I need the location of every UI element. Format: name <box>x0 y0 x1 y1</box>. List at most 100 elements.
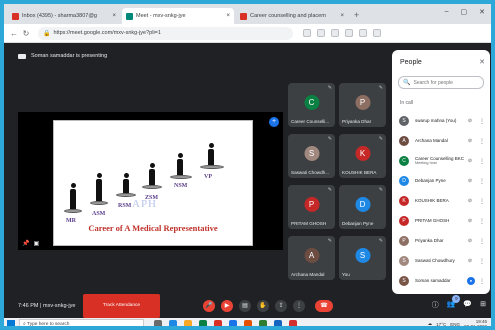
avatar: P <box>355 95 370 110</box>
participant-tile[interactable]: ✎ K KOUSHIK BERA <box>339 134 386 178</box>
mic-toggle-icon[interactable]: 🎤 <box>203 300 215 312</box>
people-search[interactable]: 🔍 <box>398 76 484 89</box>
list-item[interactable]: C Career Counselling BKC Meeting host ⊘ ⋮ <box>392 151 490 171</box>
chrome-icon[interactable] <box>214 320 222 326</box>
task-view-icon[interactable] <box>154 320 162 326</box>
more-options-icon[interactable]: ⋮ <box>478 118 486 125</box>
more-options-icon[interactable]: ⋮ <box>293 300 305 312</box>
figure <box>94 173 104 201</box>
participant-tile[interactable]: ✎ P Priyanka Dhar <box>339 83 386 127</box>
maximize-icon[interactable]: ▢ <box>461 8 468 16</box>
list-item[interactable]: K KOUSHIK BERA ⊘ ⋮ <box>392 191 490 211</box>
list-item[interactable]: S swarup mahna (You) ⊘ ⋮ <box>392 111 490 131</box>
level-label: ASM <box>92 211 106 217</box>
list-item[interactable]: D Debanjan Pyne ⊘ ⋮ <box>392 171 490 191</box>
more-options-icon[interactable]: ⋮ <box>478 178 486 185</box>
more-options-icon[interactable]: ⋮ <box>478 158 486 165</box>
system-tray: ☁ 17°C ENG 19:46 20-01-2022 <box>428 319 487 327</box>
list-item[interactable]: P PRITAM GHOSH ⊘ ⋮ <box>392 211 490 231</box>
address-bar[interactable]: 🔒 https://meet.google.com/mxv-snkg-jye?p… <box>38 26 293 40</box>
pin-icon[interactable]: 📌 <box>22 240 29 247</box>
file-explorer-icon[interactable] <box>184 320 192 326</box>
weather-icon[interactable]: ☁ <box>428 321 433 326</box>
avatar: K <box>355 146 370 161</box>
pin-icon[interactable]: + <box>269 117 279 127</box>
extension-icon[interactable] <box>345 29 353 37</box>
os-taskbar: ⌕ Type here to search ☁ 17°C ENG 19:46 2… <box>4 318 491 327</box>
edge-icon[interactable] <box>169 320 177 326</box>
more-options-icon[interactable]: ⋮ <box>478 238 486 245</box>
app-icon[interactable] <box>229 320 237 326</box>
reload-icon[interactable]: ↻ <box>20 29 32 38</box>
more-options-icon[interactable]: ⋮ <box>478 258 486 265</box>
list-item[interactable]: S Saswati Chowdhury ⊘ ⋮ <box>392 251 490 271</box>
activities-icon[interactable]: ⊞ <box>480 300 486 310</box>
tab-meet[interactable]: Meet - mxv-snkg-jye × <box>122 8 234 24</box>
presentation-stage[interactable]: MR ASM RSM ZSM NSM VP APH Career of A Me… <box>18 112 283 250</box>
app-icon[interactable] <box>289 320 297 326</box>
close-tab-icon[interactable]: × <box>112 13 116 19</box>
side-controls: ⓘ 👥 9 💬 ⊞ <box>432 295 486 310</box>
list-item[interactable]: A Archana Mandal ⊘ ⋮ <box>392 131 490 151</box>
participant-tile-self[interactable]: ✎ S You <box>339 236 386 280</box>
tile-name: Priyanka Dhar <box>342 119 372 124</box>
lock-icon: 🔒 <box>43 30 51 37</box>
taskbar-search[interactable]: ⌕ Type here to search <box>19 319 144 326</box>
list-item[interactable]: P Priyanka Dhar ⊘ ⋮ <box>392 231 490 251</box>
participant-name: Career Counselling BKC Meeting host <box>415 155 465 166</box>
extension-icon[interactable] <box>303 29 311 37</box>
language[interactable]: ENG <box>450 322 460 327</box>
chat-icon[interactable]: 💬 <box>463 300 472 310</box>
app-icon[interactable] <box>259 320 267 326</box>
store-icon[interactable] <box>199 320 207 326</box>
back-icon[interactable]: ← <box>8 29 20 38</box>
present-now-icon[interactable]: ⇪ <box>275 300 287 312</box>
more-options-icon[interactable]: ⋮ <box>478 138 486 145</box>
mic-off-icon: ⊘ <box>467 218 473 224</box>
more-options-icon[interactable]: ⋮ <box>478 278 486 285</box>
participant-list: S swarup mahna (You) ⊘ ⋮ A Archana Manda… <box>392 111 490 291</box>
app-icon[interactable] <box>244 320 252 326</box>
close-tab-icon[interactable]: × <box>340 13 344 19</box>
app-icon[interactable] <box>274 320 282 326</box>
end-call-button[interactable]: ☎ <box>315 300 333 312</box>
people-icon[interactable]: 👥 9 <box>447 295 461 310</box>
minimize-icon[interactable]: – <box>445 8 449 16</box>
meeting-info: 7:46 PM | mxv-snkg-jye <box>18 303 75 309</box>
extension-icon[interactable] <box>331 29 339 37</box>
tab-career[interactable]: Career counselling and placem × <box>236 8 348 24</box>
tab-gmail[interactable]: Inbox (4395) - sharma3807@g × <box>8 8 120 24</box>
present-screen-icon: ▣ <box>33 241 40 247</box>
track-attendance-button[interactable]: Track Attendance <box>83 294 160 318</box>
avatar: D <box>355 197 370 212</box>
info-icon[interactable]: ⓘ <box>432 300 439 310</box>
new-tab-button[interactable]: + <box>350 8 363 24</box>
more-options-icon[interactable]: ⋮ <box>478 198 486 205</box>
participant-tile[interactable]: ✎ P PRITAM GHOSH <box>288 185 335 229</box>
avatar: A <box>304 248 319 263</box>
mic-off-icon: ⊘ <box>467 178 473 184</box>
close-window-icon[interactable]: ✕ <box>479 8 485 16</box>
clock[interactable]: 19:46 20-01-2022 <box>464 319 487 326</box>
participant-tile[interactable]: ✎ C Career Counselli... <box>288 83 335 127</box>
windows-start-icon[interactable] <box>7 320 15 326</box>
participant-tile[interactable]: ✎ S Saswati Chowdh... <box>288 134 335 178</box>
participant-role: Meeting host <box>415 161 437 165</box>
extension-icon[interactable] <box>317 29 325 37</box>
list-item[interactable]: S Soman samaddar ● ⋮ <box>392 271 490 291</box>
participant-tile[interactable]: ✎ D Debanjan Pyne <box>339 185 386 229</box>
camera-toggle-icon[interactable]: ▶ <box>221 300 233 312</box>
captions-icon[interactable]: ▤ <box>239 300 251 312</box>
tile-name: Career Counselli... <box>291 119 330 124</box>
profile-icon[interactable] <box>373 29 381 37</box>
close-icon[interactable]: ✕ <box>479 58 485 66</box>
mic-off-icon: ✎ <box>378 136 383 142</box>
people-search-input[interactable] <box>413 79 480 86</box>
extension-icon[interactable] <box>359 29 367 37</box>
figure <box>175 153 185 175</box>
raise-hand-icon[interactable]: ✋ <box>257 300 269 312</box>
more-options-icon[interactable]: ⋮ <box>478 218 486 225</box>
participant-tile[interactable]: ✎ A Archana Mandal <box>288 236 335 280</box>
close-tab-icon[interactable]: × <box>226 13 230 19</box>
participant-name: Debanjan Pyne <box>415 178 446 184</box>
